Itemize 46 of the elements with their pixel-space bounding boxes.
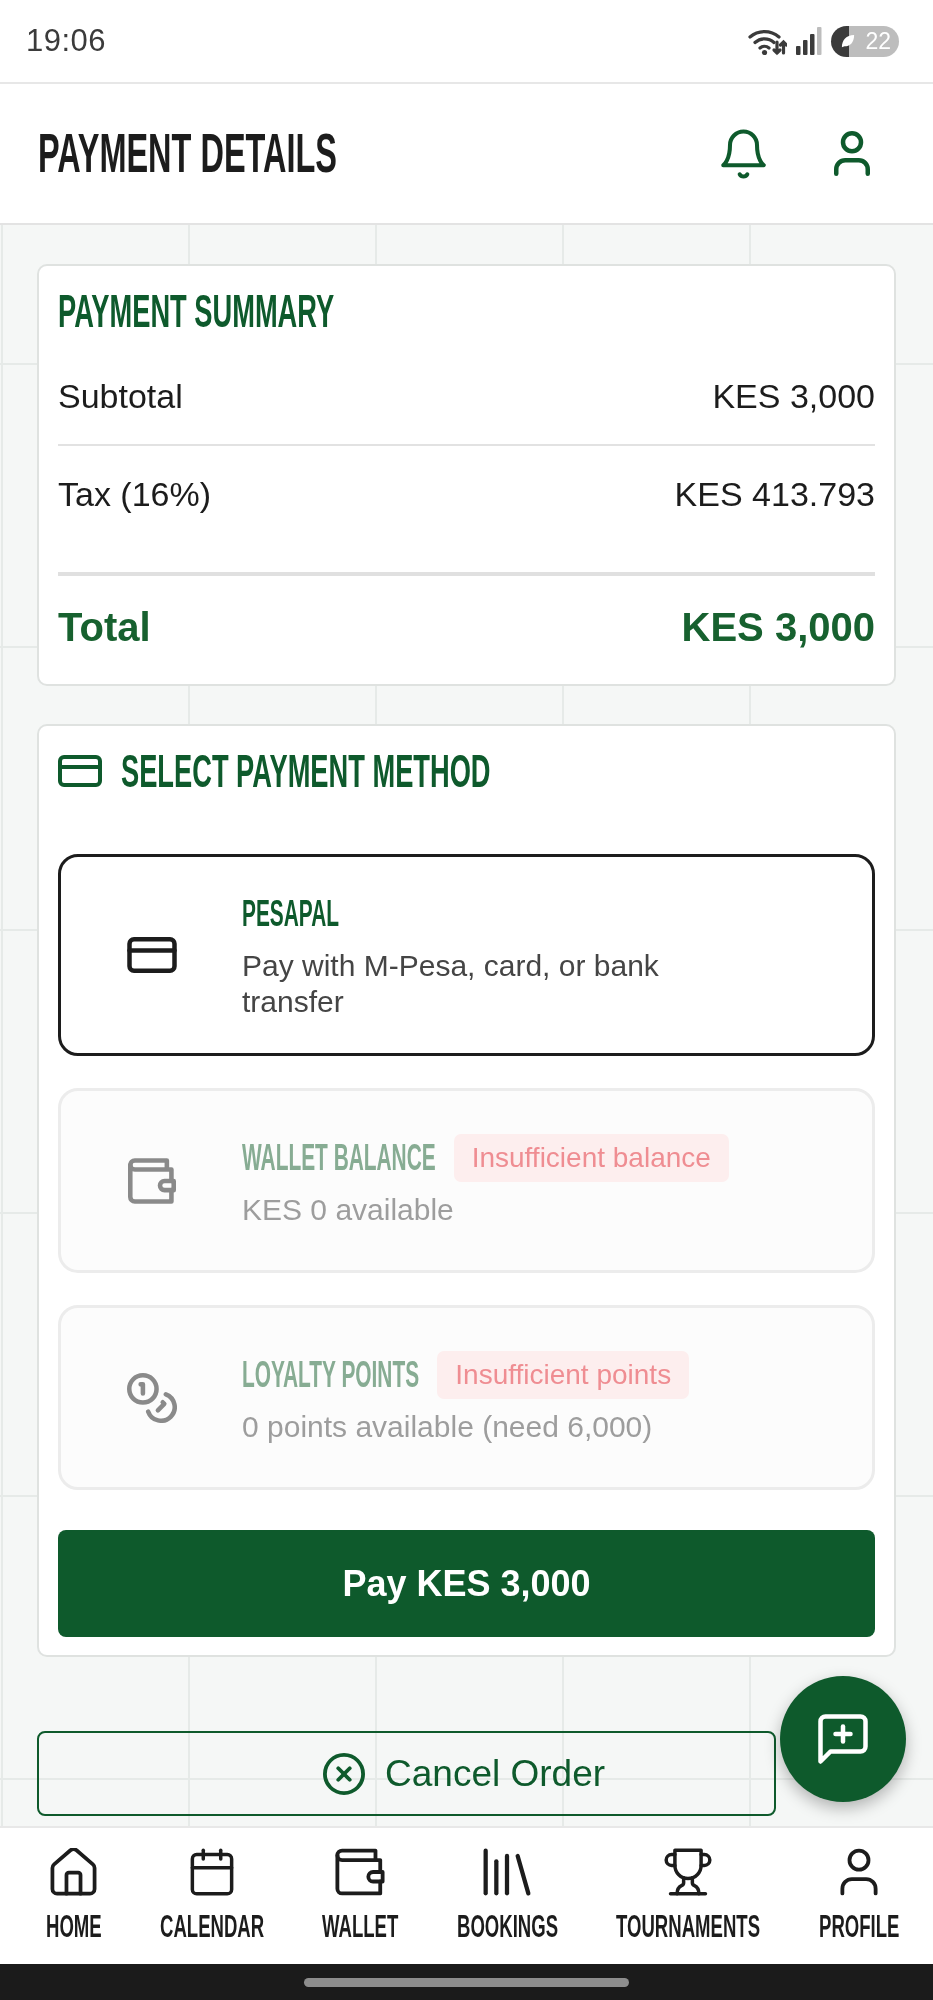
nav-tab[interactable]: HOME <box>46 1828 102 1945</box>
new-message-button[interactable] <box>780 1676 906 1802</box>
wallet-icon <box>128 1157 176 1204</box>
nav-tab[interactable]: TOURNAMENTS <box>616 1828 761 1945</box>
card-title: PAYMENT SUMMARY <box>58 284 335 339</box>
option-title: PESAPAL <box>242 893 340 935</box>
warning-badge: Insufficient points <box>437 1350 690 1399</box>
summary-amount: KES 3,000 <box>712 378 875 415</box>
clock-time: 19:06 <box>26 23 107 59</box>
message-plus-icon <box>818 1714 868 1764</box>
home-indicator[interactable] <box>304 1977 629 1987</box>
summary-label: Tax (16%) <box>58 476 212 513</box>
summary-amount: KES 413.793 <box>674 476 875 513</box>
total-amount: KES 3,000 <box>681 606 875 649</box>
home-icon <box>50 1848 98 1896</box>
coins-icon <box>127 1372 177 1423</box>
option-description: 0 points available (need 6,000) <box>242 1408 654 1445</box>
option-description: KES 0 available <box>242 1191 455 1228</box>
wallet-icon <box>335 1848 386 1896</box>
option-description: Pay with M-Pesa, card, or bank transfer <box>242 948 660 1021</box>
nav-tab[interactable]: CALENDAR <box>160 1828 264 1945</box>
payment-option[interactable]: PESAPAL Pay with M-Pesa, card, or bank transfer <box>58 854 875 1057</box>
trophy-icon <box>664 1848 713 1896</box>
nav-tab[interactable]: WALLET <box>322 1828 399 1945</box>
calendar-icon <box>190 1848 234 1896</box>
summary-label: Subtotal <box>58 378 183 415</box>
books-icon <box>483 1848 532 1896</box>
option-title: WALLET BALANCE <box>242 1136 436 1179</box>
page-title: PAYMENT DETAILS <box>38 121 337 186</box>
person-icon[interactable] <box>834 131 870 176</box>
option-title: LOYALTY POINTS <box>242 1353 420 1396</box>
credit-card-icon <box>58 755 102 788</box>
battery-percentage: 22 <box>865 29 891 53</box>
cancel-order-button[interactable]: Cancel Order <box>37 1731 776 1817</box>
leaf-icon <box>841 34 855 48</box>
close-circle-icon <box>323 1752 365 1795</box>
credit-card-icon <box>127 937 177 974</box>
person-icon <box>839 1848 878 1896</box>
card-title: SELECT PAYMENT METHOD <box>121 744 491 799</box>
bell-icon[interactable] <box>721 128 766 179</box>
signal-icon <box>796 27 822 55</box>
total-label: Total <box>58 606 151 649</box>
warning-badge: Insufficient balance <box>453 1133 729 1182</box>
nav-tab[interactable]: PROFILE <box>818 1828 899 1945</box>
nav-tab[interactable]: BOOKINGS <box>456 1828 558 1945</box>
pay-button[interactable]: Pay KES 3,000 <box>58 1530 875 1638</box>
